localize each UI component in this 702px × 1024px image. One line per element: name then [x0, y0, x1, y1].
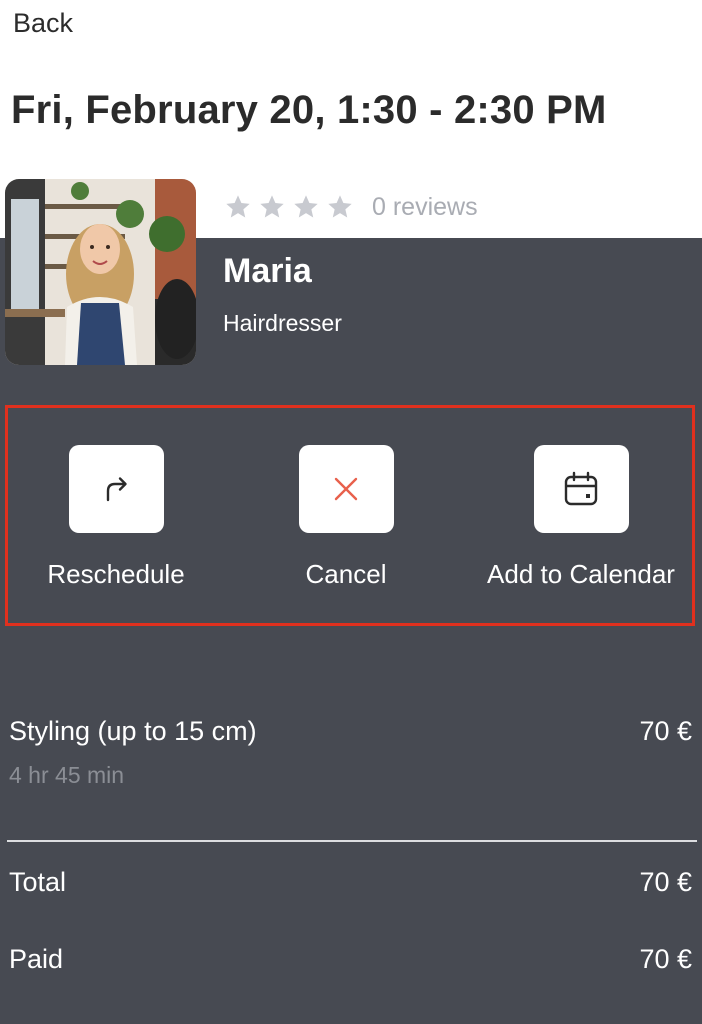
back-button[interactable]: Back [13, 8, 73, 39]
summary-divider [7, 840, 697, 842]
specialist-photo [5, 179, 196, 365]
total-value: 70 € [639, 867, 692, 897]
service-duration: 4 hr 45 min [9, 762, 125, 788]
cancel-label: Cancel [305, 559, 387, 589]
reschedule-arrow-icon [106, 477, 127, 502]
star-icon [226, 195, 250, 218]
rating-row: 0 reviews [224, 190, 478, 224]
cancel-tile[interactable] [298, 445, 394, 533]
star-icon [328, 195, 352, 218]
reschedule-button[interactable]: Reschedule [6, 445, 226, 590]
appointment-title: Fri, February 20, 1:30 - 2:30 PM [11, 88, 607, 132]
total-label: Total [9, 867, 67, 897]
star-icon [260, 195, 284, 218]
close-icon [334, 477, 358, 501]
add-to-calendar-tile[interactable] [533, 445, 629, 533]
reschedule-tile[interactable] [68, 445, 164, 533]
specialist-name: Maria [223, 252, 312, 290]
specialist-role: Hairdresser [223, 310, 342, 336]
add-to-calendar-label: Add to Calendar [487, 559, 675, 589]
star-icon [294, 195, 318, 218]
calendar-icon [564, 471, 598, 506]
cancel-button[interactable]: Cancel [236, 445, 456, 590]
paid-label: Paid [9, 944, 64, 974]
service-name: Styling (up to 15 cm) [9, 716, 257, 746]
service-price: 70 € [639, 716, 692, 746]
reviews-link[interactable]: 0 reviews [372, 193, 478, 222]
paid-value: 70 € [639, 944, 692, 974]
reschedule-label: Reschedule [47, 559, 185, 589]
add-to-calendar-button[interactable]: Add to Calendar [471, 445, 691, 590]
